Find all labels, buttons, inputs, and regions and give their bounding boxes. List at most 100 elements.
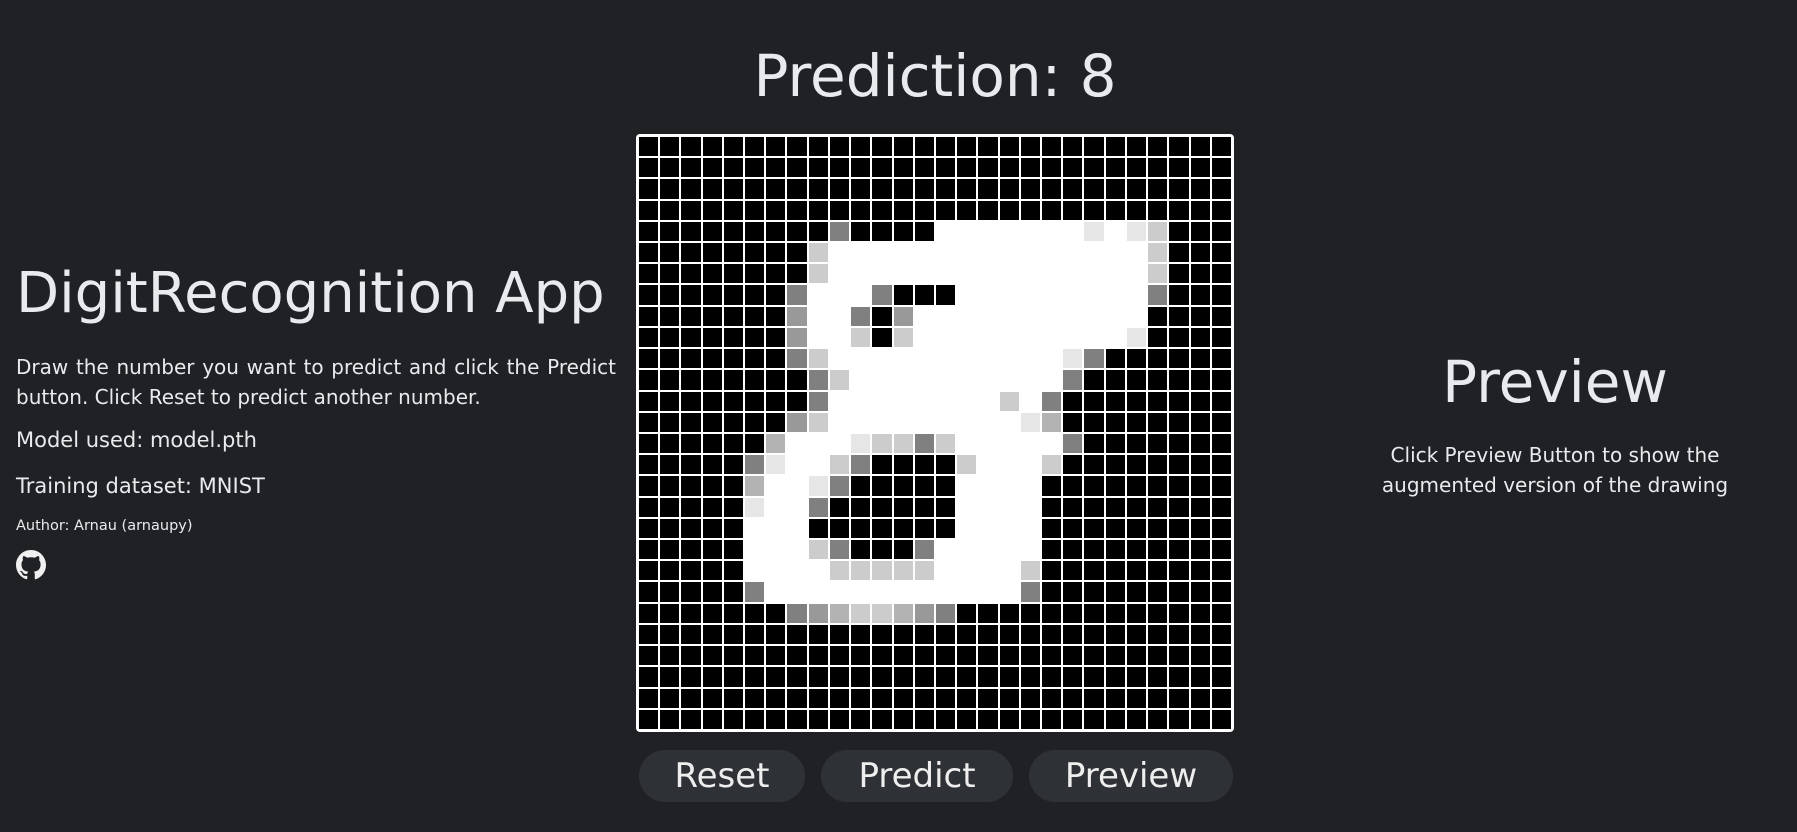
canvas-cell[interactable]: [957, 264, 977, 284]
canvas-cell[interactable]: [935, 667, 956, 687]
canvas-cell[interactable]: [639, 540, 659, 560]
canvas-cell[interactable]: [681, 667, 701, 687]
canvas-cell[interactable]: [851, 624, 871, 645]
canvas-cell[interactable]: [1084, 179, 1104, 199]
canvas-cell[interactable]: [957, 667, 977, 687]
canvas-cell[interactable]: [1190, 327, 1210, 348]
canvas-cell[interactable]: [808, 603, 828, 623]
canvas-cell[interactable]: [999, 561, 1019, 581]
canvas-cell[interactable]: [1020, 306, 1041, 326]
canvas-cell[interactable]: [999, 667, 1019, 687]
canvas-cell[interactable]: [660, 433, 680, 454]
canvas-cell[interactable]: [851, 667, 871, 687]
canvas-cell[interactable]: [766, 455, 786, 475]
canvas-cell[interactable]: [935, 370, 956, 390]
canvas-cell[interactable]: [1211, 158, 1231, 178]
canvas-cell[interactable]: [851, 243, 871, 263]
canvas-cell[interactable]: [935, 264, 956, 284]
canvas-cell[interactable]: [872, 349, 892, 369]
canvas-cell[interactable]: [745, 306, 765, 326]
canvas-cell[interactable]: [1148, 455, 1168, 475]
canvas-cell[interactable]: [872, 709, 892, 729]
canvas-cell[interactable]: [1063, 603, 1083, 623]
canvas-cell[interactable]: [723, 137, 744, 157]
canvas-cell[interactable]: [639, 582, 659, 602]
canvas-cell[interactable]: [829, 497, 850, 517]
canvas-cell[interactable]: [1105, 582, 1125, 602]
canvas-cell[interactable]: [978, 370, 998, 390]
canvas-cell[interactable]: [702, 158, 722, 178]
canvas-cell[interactable]: [914, 243, 934, 263]
canvas-cell[interactable]: [1190, 370, 1210, 390]
canvas-cell[interactable]: [1148, 709, 1168, 729]
canvas-cell[interactable]: [999, 497, 1019, 517]
canvas-cell[interactable]: [639, 455, 659, 475]
canvas-cell[interactable]: [999, 433, 1019, 454]
canvas-cell[interactable]: [829, 370, 850, 390]
canvas-cell[interactable]: [1084, 158, 1104, 178]
canvas-cell[interactable]: [872, 646, 892, 666]
canvas-cell[interactable]: [1190, 200, 1210, 220]
canvas-cell[interactable]: [723, 306, 744, 326]
canvas-cell[interactable]: [702, 179, 722, 199]
canvas-cell[interactable]: [745, 137, 765, 157]
canvas-cell[interactable]: [829, 137, 850, 157]
canvas-cell[interactable]: [829, 200, 850, 220]
canvas-cell[interactable]: [808, 158, 828, 178]
canvas-cell[interactable]: [745, 158, 765, 178]
canvas-cell[interactable]: [681, 179, 701, 199]
canvas-cell[interactable]: [957, 518, 977, 539]
canvas-cell[interactable]: [914, 497, 934, 517]
canvas-cell[interactable]: [639, 221, 659, 242]
canvas-cell[interactable]: [872, 285, 892, 305]
canvas-cell[interactable]: [914, 179, 934, 199]
canvas-cell[interactable]: [808, 221, 828, 242]
canvas-cell[interactable]: [1084, 561, 1104, 581]
canvas-cell[interactable]: [1020, 370, 1041, 390]
canvas-cell[interactable]: [1211, 349, 1231, 369]
canvas-cell[interactable]: [957, 497, 977, 517]
canvas-cell[interactable]: [702, 518, 722, 539]
canvas-cell[interactable]: [723, 646, 744, 666]
canvas-cell[interactable]: [1148, 412, 1168, 432]
predict-button[interactable]: Predict: [821, 750, 1013, 802]
canvas-cell[interactable]: [639, 243, 659, 263]
canvas-cell[interactable]: [1190, 582, 1210, 602]
canvas-cell[interactable]: [935, 221, 956, 242]
canvas-cell[interactable]: [851, 349, 871, 369]
canvas-cell[interactable]: [1084, 624, 1104, 645]
canvas-cell[interactable]: [681, 518, 701, 539]
canvas-cell[interactable]: [681, 391, 701, 411]
canvas-cell[interactable]: [1169, 391, 1189, 411]
canvas-cell[interactable]: [1020, 349, 1041, 369]
canvas-cell[interactable]: [999, 412, 1019, 432]
canvas-cell[interactable]: [1042, 476, 1062, 496]
canvas-cell[interactable]: [1126, 391, 1147, 411]
canvas-cell[interactable]: [702, 582, 722, 602]
canvas-cell[interactable]: [1042, 646, 1062, 666]
canvas-cell[interactable]: [829, 603, 850, 623]
canvas-cell[interactable]: [1020, 158, 1041, 178]
canvas-cell[interactable]: [829, 327, 850, 348]
canvas-cell[interactable]: [1169, 264, 1189, 284]
canvas-cell[interactable]: [1063, 200, 1083, 220]
canvas-cell[interactable]: [851, 603, 871, 623]
canvas-cell[interactable]: [702, 667, 722, 687]
canvas-cell[interactable]: [681, 455, 701, 475]
canvas-cell[interactable]: [745, 370, 765, 390]
canvas-cell[interactable]: [1020, 264, 1041, 284]
canvas-cell[interactable]: [978, 391, 998, 411]
canvas-cell[interactable]: [702, 497, 722, 517]
canvas-cell[interactable]: [1020, 327, 1041, 348]
canvas-cell[interactable]: [660, 349, 680, 369]
canvas-cell[interactable]: [935, 327, 956, 348]
canvas-cell[interactable]: [660, 221, 680, 242]
canvas-cell[interactable]: [999, 306, 1019, 326]
canvas-cell[interactable]: [893, 158, 913, 178]
canvas-cell[interactable]: [1190, 709, 1210, 729]
canvas-cell[interactable]: [1042, 412, 1062, 432]
canvas-cell[interactable]: [1105, 433, 1125, 454]
canvas-cell[interactable]: [1190, 497, 1210, 517]
canvas-cell[interactable]: [1169, 497, 1189, 517]
canvas-cell[interactable]: [1020, 667, 1041, 687]
